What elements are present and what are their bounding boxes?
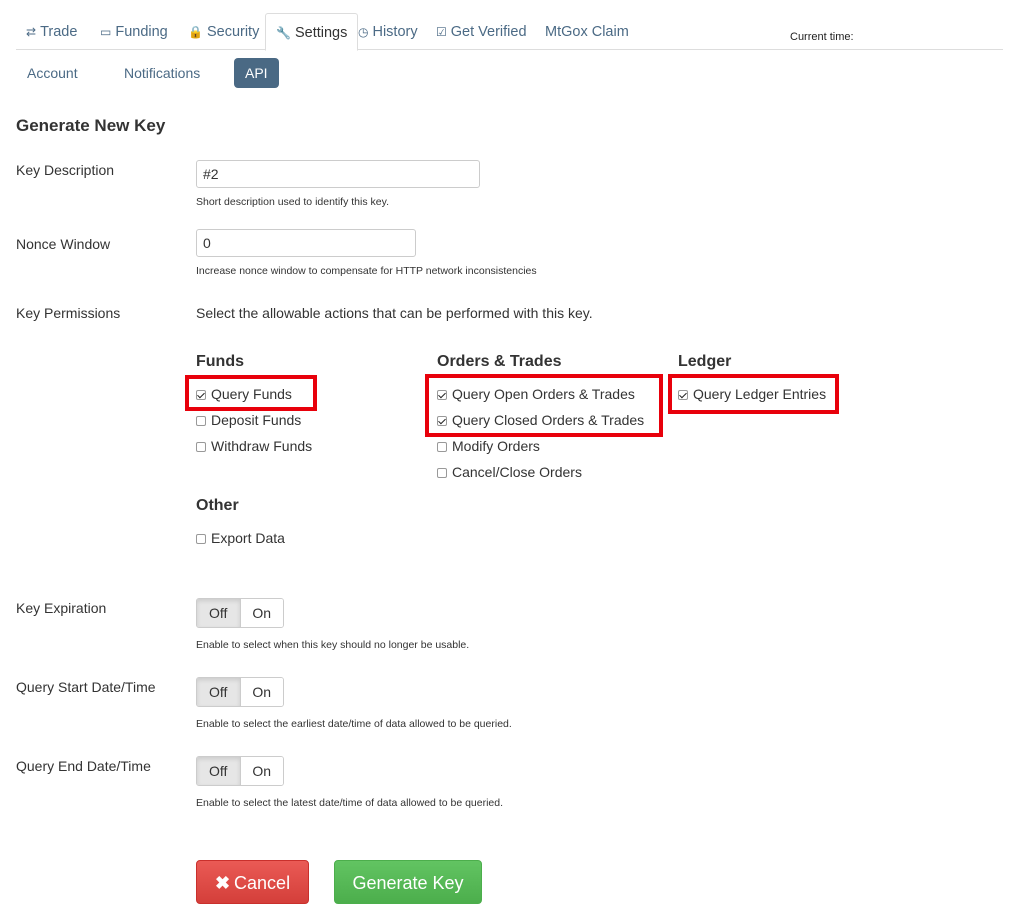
form-title: Generate New Key xyxy=(16,116,166,135)
current-time-label: Current time: xyxy=(790,31,854,43)
toggle-on-option[interactable]: On xyxy=(240,757,283,785)
highlight-box-ledger xyxy=(668,374,839,414)
query-start-help: Enable to select the earliest date/time … xyxy=(196,718,512,730)
key-expiration-help: Enable to select when this key should no… xyxy=(196,639,470,651)
key-permissions-label: Key Permissions xyxy=(16,305,121,321)
perm-cancel-close-orders[interactable]: Cancel/Close Orders xyxy=(437,462,582,482)
main-tabs: ⇄ Trade ▭ Funding 🔒 Security 🔧 Settings ◷ His… xyxy=(16,13,1003,51)
perm-modify-orders[interactable]: Modify Orders xyxy=(437,436,540,456)
tab-mtgox-claim[interactable]: MtGox Claim xyxy=(535,13,639,50)
key-description-label: Key Description xyxy=(16,162,115,178)
key-description-help: Short description used to identify this … xyxy=(196,196,389,208)
toggle-on-option[interactable]: On xyxy=(240,678,283,706)
checkbox-unchecked[interactable] xyxy=(196,442,206,452)
key-permissions-description: Select the allowable actions that can be… xyxy=(196,305,593,321)
tab-get-verified[interactable]: ☑ Get Verified xyxy=(426,13,537,50)
toggle-off-option[interactable]: Off xyxy=(197,757,241,785)
query-start-toggle[interactable]: Off On xyxy=(196,677,284,707)
money-icon: ▭ xyxy=(100,25,112,39)
times-icon: ✖ xyxy=(214,873,231,893)
tab-trade[interactable]: ⇄ Trade xyxy=(16,13,87,50)
checkbox-unchecked[interactable] xyxy=(196,534,206,544)
funds-group-title: Funds xyxy=(196,353,244,370)
query-end-toggle[interactable]: Off On xyxy=(196,756,284,786)
retweet-icon: ⇄ xyxy=(26,25,37,39)
lock-icon: 🔒 xyxy=(188,25,203,39)
highlight-box-funds xyxy=(185,375,317,411)
toggle-off-option[interactable]: Off xyxy=(197,599,241,627)
highlight-box-orders xyxy=(425,374,663,437)
tab-security[interactable]: 🔒 Security xyxy=(178,13,269,50)
other-group-title: Other xyxy=(196,497,239,514)
ledger-group-title: Ledger xyxy=(678,353,732,370)
perm-withdraw-funds[interactable]: Withdraw Funds xyxy=(196,436,312,456)
clock-icon: ◷ xyxy=(358,25,369,39)
toggle-off-option[interactable]: Off xyxy=(197,678,241,706)
query-end-label: Query End Date/Time xyxy=(16,758,151,774)
key-expiration-label: Key Expiration xyxy=(16,600,107,616)
subnav-notifications[interactable]: Notifications xyxy=(113,58,211,88)
checkbox-unchecked[interactable] xyxy=(437,442,447,452)
checkbox-unchecked[interactable] xyxy=(196,416,206,426)
perm-deposit-funds[interactable]: Deposit Funds xyxy=(196,410,301,430)
cancel-button[interactable]: ✖ Cancel xyxy=(196,860,309,904)
query-start-label: Query Start Date/Time xyxy=(16,679,156,695)
tab-settings[interactable]: 🔧 Settings xyxy=(265,13,359,51)
tab-funding[interactable]: ▭ Funding xyxy=(90,13,178,50)
nonce-window-label: Nonce Window xyxy=(16,236,111,252)
generate-key-button[interactable]: Generate Key xyxy=(334,860,482,904)
checkbox-unchecked[interactable] xyxy=(437,468,447,478)
toggle-on-option[interactable]: On xyxy=(240,599,283,627)
subnav-api[interactable]: API xyxy=(234,58,279,88)
perm-export-data[interactable]: Export Data xyxy=(196,528,285,548)
check-square-icon: ☑ xyxy=(436,25,447,39)
key-description-input[interactable] xyxy=(196,160,480,188)
orders-group-title: Orders & Trades xyxy=(437,353,562,370)
tab-history[interactable]: ◷ History xyxy=(348,13,428,50)
nonce-window-help: Increase nonce window to compensate for … xyxy=(196,265,537,277)
subnav-account[interactable]: Account xyxy=(16,58,89,88)
nonce-window-input[interactable] xyxy=(196,229,416,257)
wrench-icon: 🔧 xyxy=(276,26,291,40)
query-end-help: Enable to select the latest date/time of… xyxy=(196,797,504,809)
key-expiration-toggle[interactable]: Off On xyxy=(196,598,284,628)
